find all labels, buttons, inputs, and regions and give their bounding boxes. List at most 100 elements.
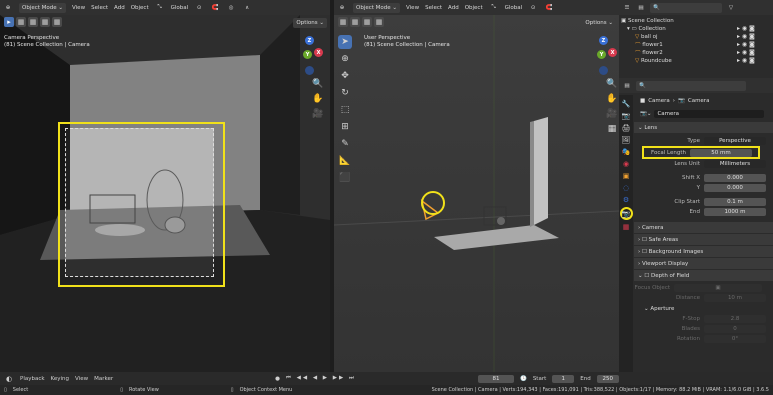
record-icon[interactable]: ● xyxy=(275,376,280,382)
lens-unit-dropdown[interactable]: Millimeters xyxy=(704,160,766,168)
playback-controls[interactable]: ⏮ ◀◀ ◀ ▶ ▶▶ ⏭ xyxy=(286,375,356,382)
select-extend-icon[interactable]: ▦ xyxy=(350,17,360,27)
right-nav-gizmo[interactable]: Z X Y xyxy=(588,36,618,76)
right-menu-add[interactable]: Add xyxy=(448,5,459,11)
editor-type-icon[interactable]: ⊕ xyxy=(337,3,347,13)
timeline-menu-marker[interactable]: Marker xyxy=(94,376,113,382)
current-frame-field[interactable]: 81 xyxy=(477,374,514,383)
snap-icon[interactable]: 🧲 xyxy=(544,3,554,13)
start-frame-field[interactable]: 1 xyxy=(552,374,575,383)
editor-type-icon[interactable]: ⊕ xyxy=(3,3,13,13)
zoom-icon[interactable]: 🔍 xyxy=(312,78,324,90)
select-subtract-icon[interactable]: ▦ xyxy=(40,17,50,27)
depth-of-field-panel-header[interactable]: ⌄ ☐ Depth of Field xyxy=(634,270,773,281)
focal-length-field[interactable]: 50 mm xyxy=(690,148,752,157)
pivot-icon[interactable]: ⊙ xyxy=(194,3,204,13)
ortho-toggle-icon[interactable]: ▦ xyxy=(606,123,618,135)
gizmo-z[interactable]: Z xyxy=(305,36,314,45)
visibility-icons[interactable]: ▸ ◉ ◙ xyxy=(737,49,755,57)
left-menu-view[interactable]: View xyxy=(72,5,85,11)
right-transform-dropdown[interactable]: Global xyxy=(505,5,523,11)
clip-end-field[interactable]: 1000 m xyxy=(704,208,766,216)
visibility-icons[interactable]: ▸ ◉ ◙ xyxy=(737,33,755,41)
left-mode-dropdown[interactable]: Object Mode ⌄ xyxy=(19,2,67,13)
zoom-icon[interactable]: 🔍 xyxy=(606,78,618,90)
gizmo-neg-z[interactable] xyxy=(599,66,608,75)
end-frame-field[interactable]: 250 xyxy=(596,374,619,383)
properties-search[interactable]: 🔍 xyxy=(636,80,746,91)
outliner-search[interactable]: 🔍 xyxy=(650,2,722,13)
left-menu-add[interactable]: Add xyxy=(114,5,125,11)
gizmo-neg-z[interactable] xyxy=(305,66,314,75)
visibility-icons[interactable]: ▸ ◉ ◙ xyxy=(737,41,755,49)
transform-orientation-icon[interactable]: ⤡ xyxy=(489,3,499,13)
select-extend-icon[interactable]: ▦ xyxy=(28,17,38,27)
select-box-icon[interactable]: ▸ xyxy=(4,17,14,27)
measure-tool-icon[interactable]: 📐 xyxy=(338,154,352,168)
gizmo-z[interactable]: Z xyxy=(599,36,608,45)
texture-tab-icon[interactable]: ▦ xyxy=(621,222,631,232)
right-mode-dropdown[interactable]: Object Mode ⌄ xyxy=(353,2,401,13)
display-mode-icon[interactable]: ▤ xyxy=(636,3,646,13)
right-options-button[interactable]: Options ⌄ xyxy=(582,18,616,28)
select-mode-icon[interactable]: ▦ xyxy=(16,17,26,27)
shift-x-field[interactable]: 0.000 xyxy=(704,174,766,182)
timeline-menu-view[interactable]: View xyxy=(75,376,88,382)
cursor-tool-icon[interactable]: ⊕ xyxy=(338,52,352,66)
camera-data-tab-icon[interactable]: 📷 xyxy=(619,207,633,220)
select-tool-icon[interactable]: ➤ xyxy=(338,35,352,49)
properties-type-icon[interactable]: ▤ xyxy=(622,81,632,91)
viewport-display-panel-header[interactable]: › Viewport Display xyxy=(634,258,773,269)
gizmo-y[interactable]: Y xyxy=(597,50,606,59)
filter-icon[interactable]: ▽ xyxy=(726,3,736,13)
rotate-tool-icon[interactable]: ↻ xyxy=(338,86,352,100)
left-menu-object[interactable]: Object xyxy=(131,5,149,11)
falloff-icon[interactable]: ∧ xyxy=(242,3,252,13)
select-mode-icon[interactable]: ▦ xyxy=(338,17,348,27)
snap-icon[interactable]: 🧲 xyxy=(210,3,220,13)
gizmo-y[interactable]: Y xyxy=(303,50,312,59)
render-tab-icon[interactable]: 📷 xyxy=(621,111,631,121)
fstop-field[interactable]: 2.8 xyxy=(704,315,766,323)
right-menu-select[interactable]: Select xyxy=(425,5,442,11)
camera-panel-header[interactable]: › Camera xyxy=(634,222,773,233)
add-cube-tool-icon[interactable]: ⬛ xyxy=(338,171,352,185)
physics-tab-icon[interactable]: ◌ xyxy=(621,183,631,193)
constraints-tab-icon[interactable]: ⚙ xyxy=(621,195,631,205)
scale-tool-icon[interactable]: ⬚ xyxy=(338,103,352,117)
visibility-icons[interactable]: ▸ ◉ ◙ xyxy=(737,25,755,33)
left-transform-dropdown[interactable]: Global xyxy=(171,5,189,11)
transform-orientation-icon[interactable]: ⤡ xyxy=(155,3,165,13)
world-tab-icon[interactable]: ◉ xyxy=(621,159,631,169)
gizmo-x[interactable]: X xyxy=(314,48,323,57)
transform-tool-icon[interactable]: ⊞ xyxy=(338,120,352,134)
object-tab-icon[interactable]: ▣ xyxy=(621,171,631,181)
visibility-icons[interactable]: ▸ ◉ ◙ xyxy=(737,57,755,65)
select-invert-icon[interactable]: ▦ xyxy=(52,17,62,27)
safe-areas-panel-header[interactable]: › ☐ Safe Areas xyxy=(634,234,773,245)
right-menu-object[interactable]: Object xyxy=(465,5,483,11)
camera-viewport[interactable]: ⊕ Object Mode ⌄ View Select Add Object ⤡… xyxy=(0,0,330,372)
timeline-menu-playback[interactable]: Playback xyxy=(20,376,45,382)
left-options-button[interactable]: Options ⌄ xyxy=(293,18,327,28)
move-tool-icon[interactable]: ✥ xyxy=(338,69,352,83)
camera-view-icon[interactable]: 🎥 xyxy=(312,108,324,120)
shift-y-field[interactable]: 0.000 xyxy=(704,184,766,192)
select-invert-icon[interactable]: ▦ xyxy=(374,17,384,27)
user-viewport[interactable]: ⊕ Object Mode ⌄ View Select Add Object ⤡… xyxy=(334,0,619,372)
blades-field[interactable]: 0 xyxy=(704,325,766,333)
camera-view-icon[interactable]: 🎥 xyxy=(606,108,618,120)
output-tab-icon[interactable]: 🖨 xyxy=(621,123,631,133)
type-dropdown[interactable]: Perspective xyxy=(704,137,766,145)
camera-datablock-field[interactable]: Camera xyxy=(654,110,765,118)
distance-field[interactable]: 10 m xyxy=(704,294,766,302)
view-layer-tab-icon[interactable]: 🖼 xyxy=(621,135,631,145)
pivot-icon[interactable]: ⊙ xyxy=(528,3,538,13)
left-nav-gizmo[interactable]: Z X Y xyxy=(294,36,324,76)
clip-start-field[interactable]: 0.1 m xyxy=(704,198,766,206)
lens-panel-header[interactable]: ⌄ Lens xyxy=(634,122,773,133)
clock-icon[interactable]: 🕓 xyxy=(520,376,527,382)
tool-tab-icon[interactable]: 🔧 xyxy=(621,99,631,109)
background-images-panel-header[interactable]: › ☐ Background Images xyxy=(634,246,773,257)
scene-tab-icon[interactable]: 🎭 xyxy=(621,147,631,157)
